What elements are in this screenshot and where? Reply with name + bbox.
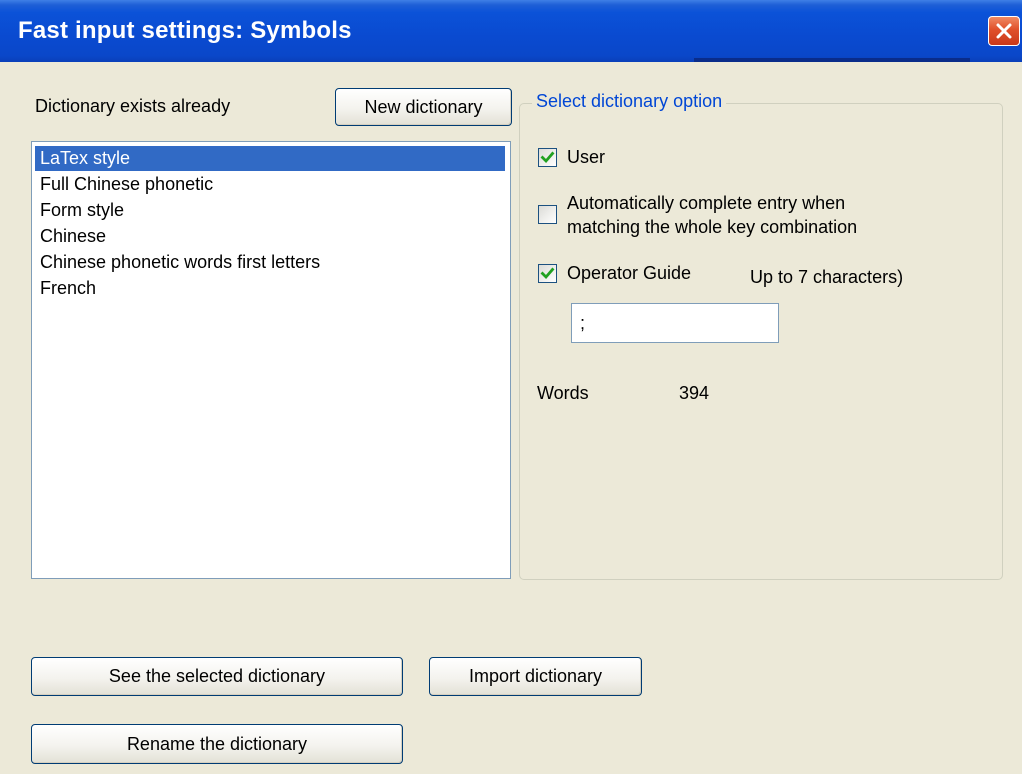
list-item[interactable]: French bbox=[35, 276, 96, 301]
rename-dictionary-button[interactable]: Rename the dictionary bbox=[31, 724, 403, 764]
words-label: Words bbox=[537, 383, 589, 403]
close-button[interactable] bbox=[988, 16, 1020, 46]
close-icon bbox=[996, 23, 1012, 39]
import-dictionary-button[interactable]: Import dictionary bbox=[429, 657, 642, 696]
list-item[interactable]: Chinese phonetic words first letters bbox=[35, 250, 320, 275]
dialog-window: Fast input settings: Symbols Dictionary … bbox=[0, 0, 1022, 774]
operator-guide-hint: Up to 7 characters) bbox=[750, 267, 904, 287]
title-bar-accent bbox=[694, 58, 970, 62]
new-dictionary-button[interactable]: New dictionary bbox=[335, 88, 512, 126]
auto-complete-checkbox[interactable] bbox=[538, 205, 557, 224]
existing-dictionary-label: Dictionary exists already bbox=[35, 96, 231, 116]
user-checkbox[interactable] bbox=[538, 148, 557, 167]
list-item[interactable]: Full Chinese phonetic bbox=[35, 172, 213, 197]
title-bar: Fast input settings: Symbols bbox=[0, 0, 1022, 62]
user-checkbox-label[interactable]: User bbox=[567, 147, 605, 168]
see-selected-dictionary-button[interactable]: See the selected dictionary bbox=[31, 657, 403, 696]
checkmark-icon bbox=[540, 151, 555, 164]
operator-guide-label[interactable]: Operator Guide bbox=[567, 263, 691, 284]
auto-complete-label-line2[interactable]: matching the whole key combination bbox=[567, 217, 857, 238]
window-title: Fast input settings: Symbols bbox=[18, 17, 352, 44]
operator-guide-input[interactable] bbox=[571, 303, 779, 343]
checkmark-icon bbox=[540, 267, 555, 280]
dictionary-options-group-label: Select dictionary option bbox=[532, 91, 727, 112]
dictionary-list[interactable]: LaTex style Full Chinese phonetic Form s… bbox=[31, 141, 511, 579]
auto-complete-label-line1[interactable]: Automatically complete entry when bbox=[567, 193, 845, 214]
list-item[interactable]: Chinese bbox=[35, 224, 106, 249]
operator-guide-checkbox[interactable] bbox=[538, 264, 557, 283]
words-count: 394 bbox=[679, 383, 710, 403]
list-item[interactable]: Form style bbox=[35, 198, 124, 223]
list-item[interactable]: LaTex style bbox=[35, 146, 505, 171]
